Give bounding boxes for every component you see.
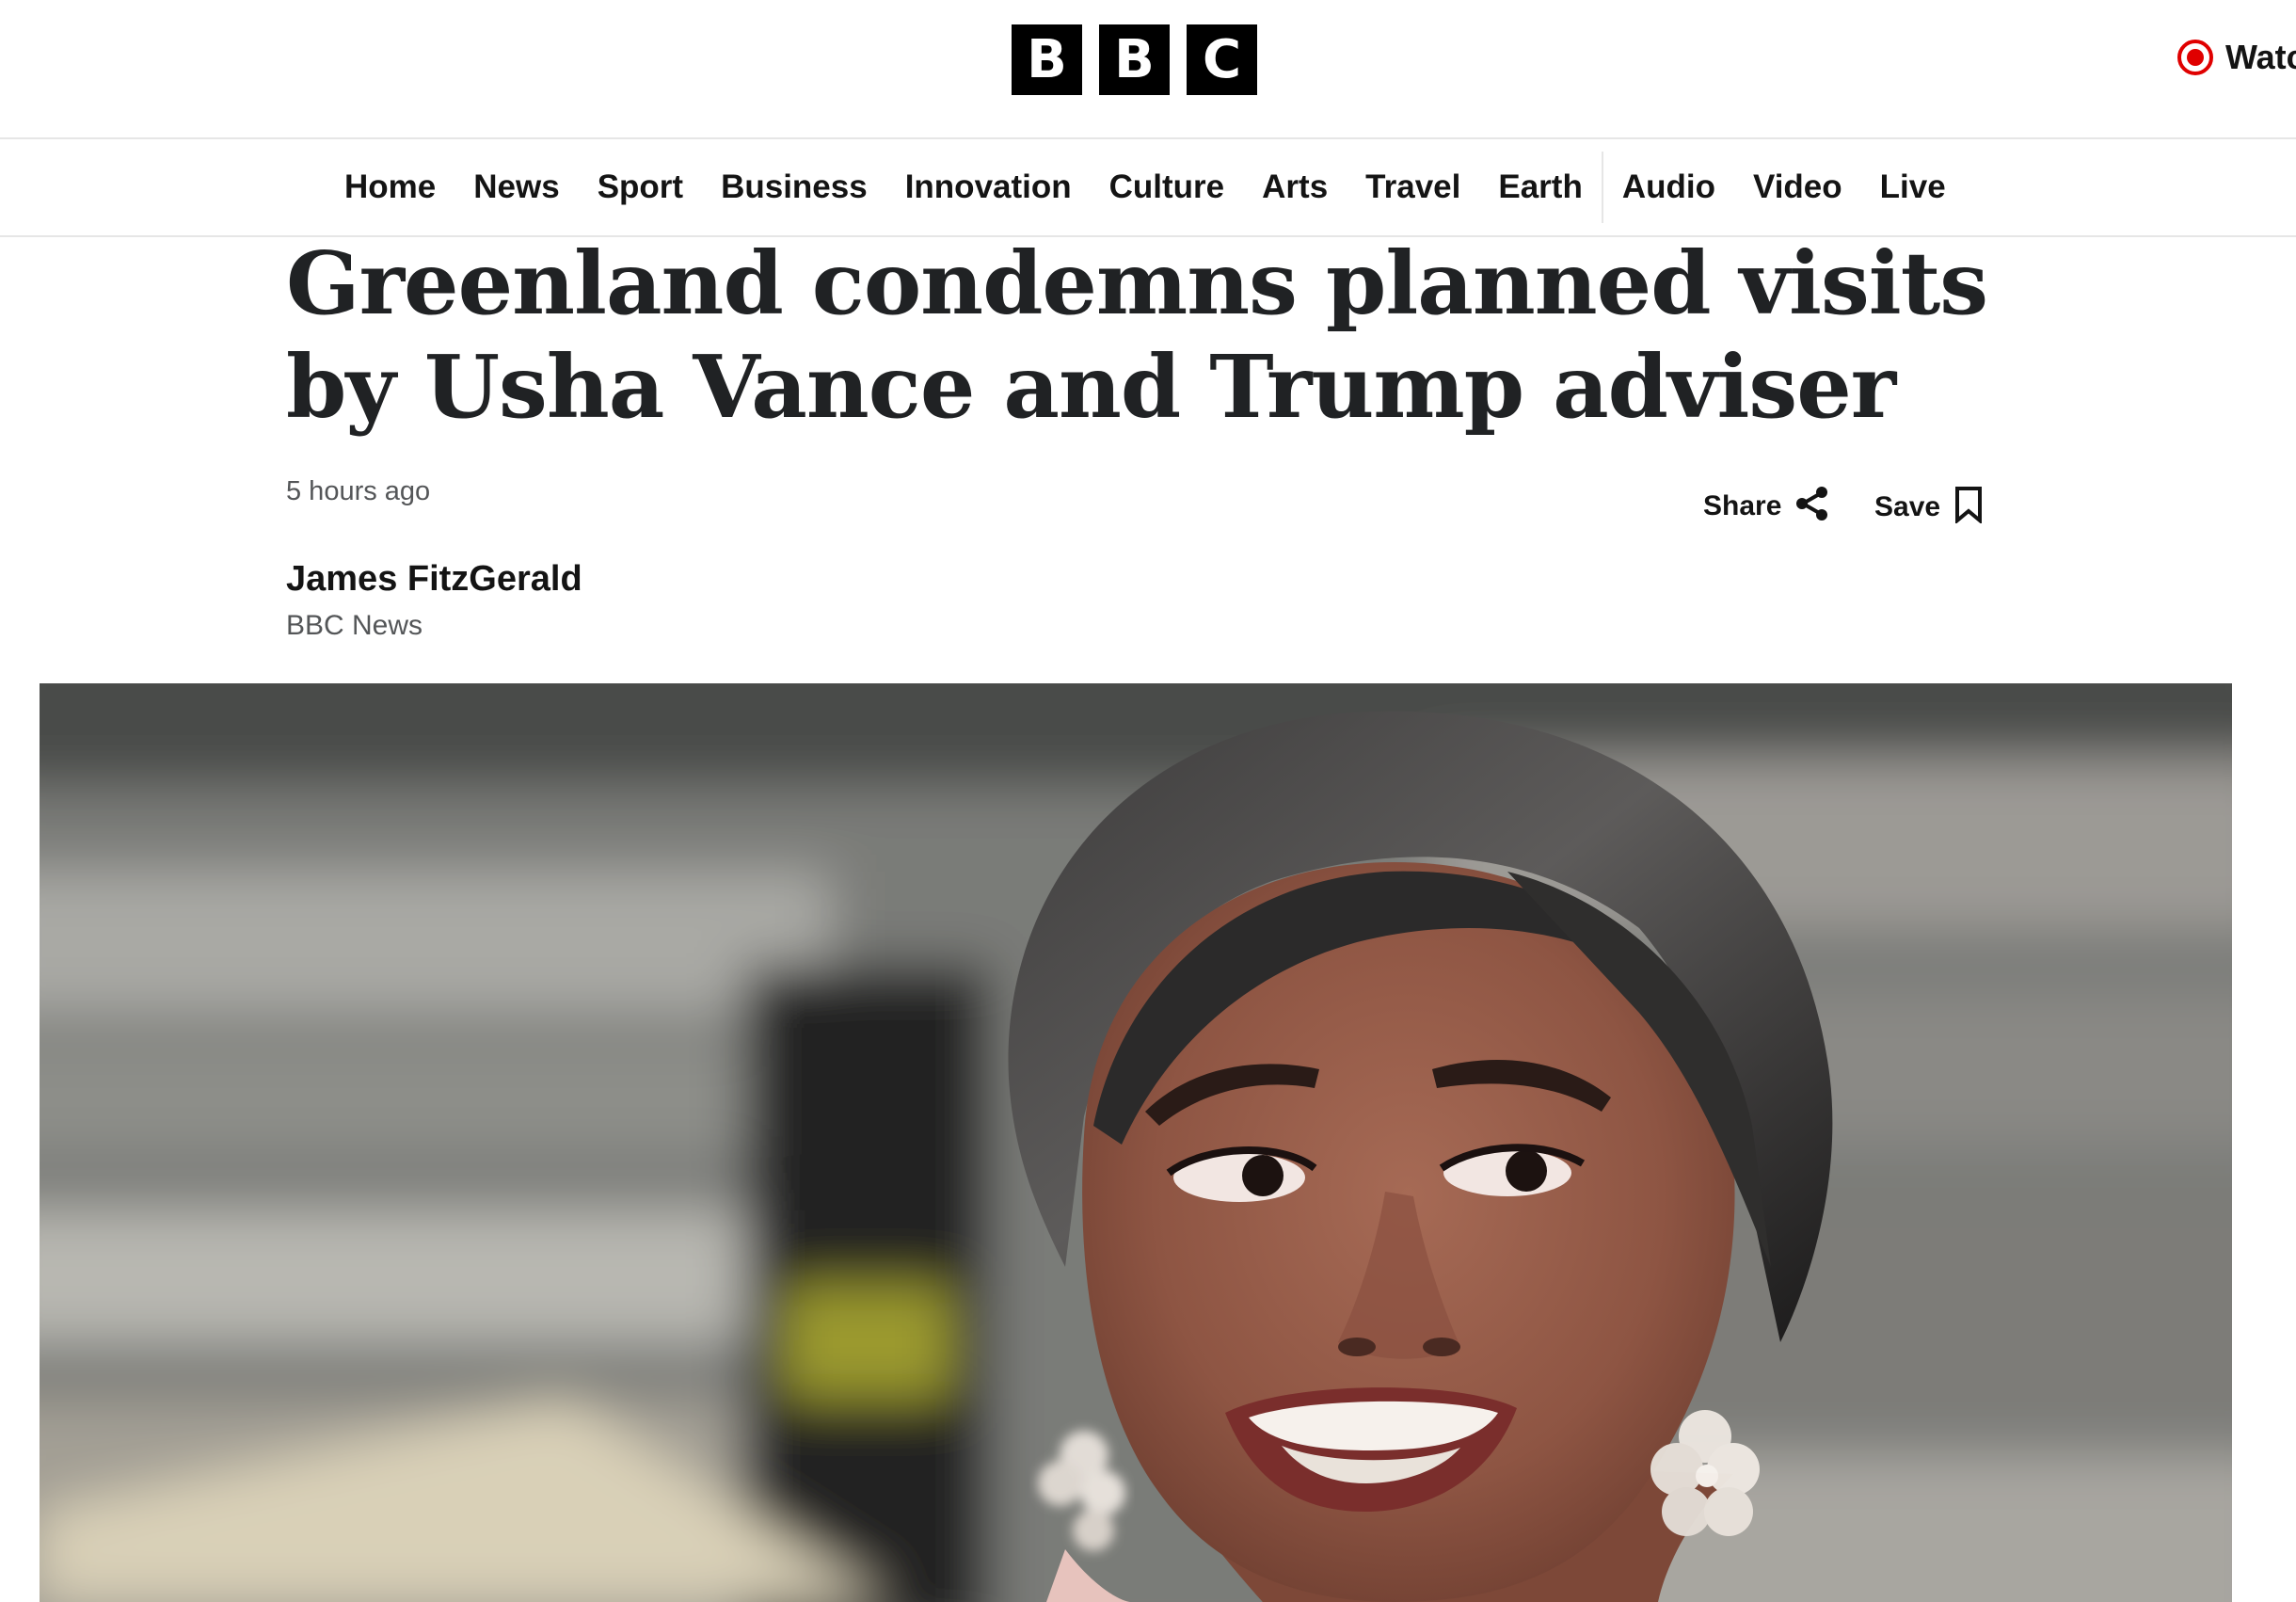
bookmark-icon [1953, 486, 1984, 528]
author-name[interactable]: James FitzGerald [286, 559, 582, 600]
article-timestamp: 5 hours ago [286, 476, 431, 506]
nav-item-travel[interactable]: Travel [1347, 168, 1479, 206]
nav-item-earth[interactable]: Earth [1479, 168, 1601, 206]
nav-item-home[interactable]: Home [326, 168, 454, 206]
live-record-icon [2176, 39, 2214, 76]
nav-list: Home News Sport Business Innovation Cult… [326, 152, 1965, 223]
bbc-logo-letter-b1: B [1012, 24, 1082, 95]
nav-item-culture[interactable]: Culture [1091, 168, 1244, 206]
article-headline: Greenland condemns planned visits by Ush… [286, 232, 1988, 438]
nav-item-live[interactable]: Live [1861, 168, 1965, 206]
nav-item-audio[interactable]: Audio [1603, 168, 1734, 206]
nav-item-innovation[interactable]: Innovation [886, 168, 1091, 206]
nav-item-sport[interactable]: Sport [579, 168, 702, 206]
save-button[interactable]: Save [1874, 486, 1984, 528]
hero-image [40, 683, 2232, 1602]
nav-item-arts[interactable]: Arts [1243, 168, 1347, 206]
watch-live-link[interactable]: Watch Live [2176, 38, 2296, 77]
main-nav: Home News Sport Business Innovation Cult… [0, 139, 2296, 237]
nav-item-news[interactable]: News [454, 168, 578, 206]
bbc-logo-letter-c: C [1187, 24, 1257, 95]
nav-item-business[interactable]: Business [702, 168, 886, 206]
share-label: Share [1703, 489, 1782, 521]
watch-live-label: Watch Live [2225, 38, 2296, 76]
bbc-logo[interactable]: B B C [1012, 24, 1257, 95]
share-icon [1794, 486, 1830, 526]
nav-item-video[interactable]: Video [1734, 168, 1861, 206]
author-organisation: BBC News [286, 610, 423, 641]
masthead: B B C Watch Live [0, 0, 2296, 139]
bbc-logo-letter-b2: B [1099, 24, 1170, 95]
share-button[interactable]: Share [1703, 486, 1830, 526]
hero-photo-illustration [40, 683, 2232, 1602]
save-label: Save [1874, 490, 1941, 522]
